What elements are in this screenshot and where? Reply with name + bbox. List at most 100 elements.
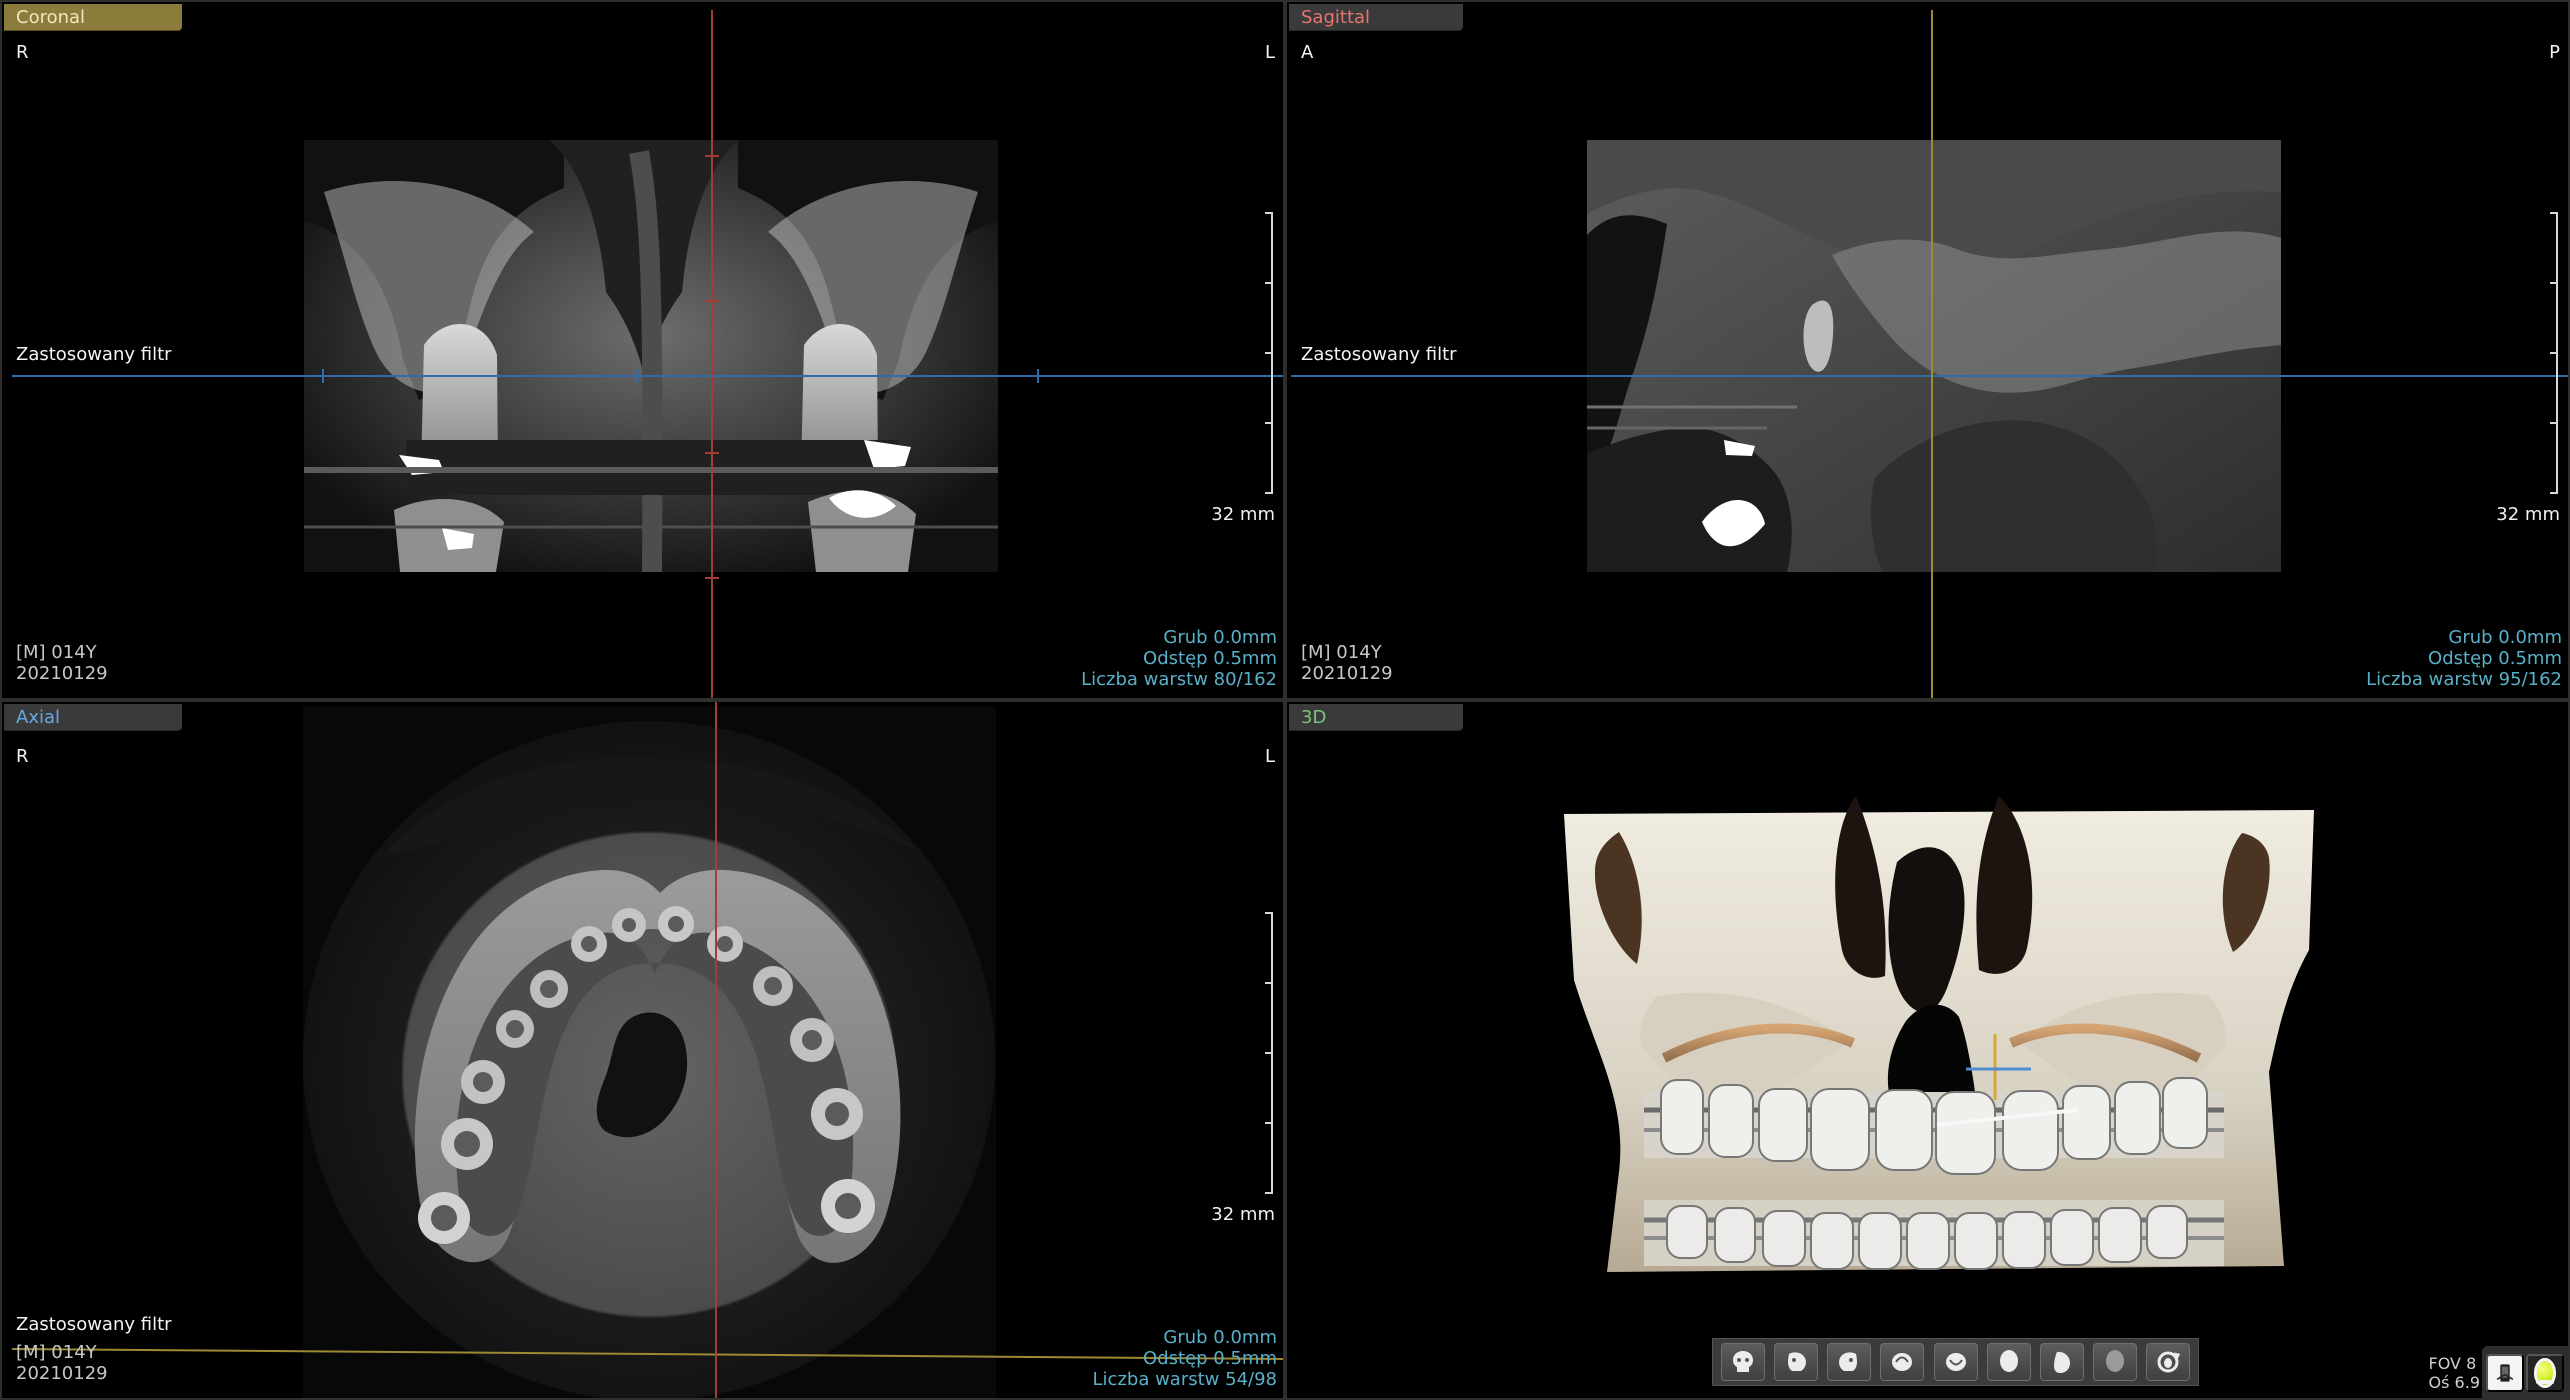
device-icon bbox=[2496, 1364, 2514, 1382]
coronal-ct-slice bbox=[304, 140, 998, 572]
coronal-scale-ruler bbox=[1265, 212, 1273, 494]
head-side-icon bbox=[2053, 1351, 2070, 1373]
device-tool-button[interactable] bbox=[2486, 1354, 2524, 1392]
coronal-ruler-tick bbox=[1265, 352, 1273, 354]
coronal-ruler-tick bbox=[1265, 282, 1273, 284]
coronal-ruler-tick bbox=[1265, 212, 1273, 214]
sagittal-ruler-tick bbox=[2550, 352, 2558, 354]
sagittal-image[interactable] bbox=[1587, 140, 2281, 572]
fov-line: FOV 8 bbox=[2428, 1354, 2477, 1373]
skull-top-view-button[interactable] bbox=[1880, 1343, 1925, 1381]
date-line: 20210129 bbox=[16, 1363, 108, 1384]
coronal-bottom-crosshair-tick bbox=[705, 577, 719, 579]
coronal-center-crosshair-tick bbox=[635, 369, 637, 383]
volume-render[interactable] bbox=[1549, 780, 2317, 1284]
coronal-ruler-tick bbox=[1265, 422, 1273, 424]
coronal-ruler-tick bbox=[1265, 492, 1273, 494]
axial-ruler-tick bbox=[1265, 982, 1273, 984]
sagittal-patient-info: [M] 014Y 20210129 bbox=[1301, 642, 1393, 684]
skull-left-icon bbox=[1788, 1352, 1807, 1371]
axial-ct-slice bbox=[303, 706, 996, 1398]
skull-bottom-icon bbox=[1945, 1353, 1966, 1371]
volume-corner-tools bbox=[2482, 1346, 2568, 1398]
spacing-line: Odstęp 0.5mm bbox=[2428, 648, 2562, 669]
head-side-view-button[interactable] bbox=[2039, 1343, 2084, 1381]
coronal-scale-label: 32 mm bbox=[1211, 504, 1275, 525]
sagittal-slice-info: Grub 0.0mm Odstęp 0.5mm Liczba warstw 95… bbox=[2366, 627, 2562, 690]
date-line: 20210129 bbox=[1301, 663, 1393, 684]
volume-3d-tab[interactable]: 3D bbox=[1289, 704, 1463, 731]
rotate-view-icon bbox=[2157, 1351, 2181, 1373]
head-back-icon bbox=[2105, 1350, 2124, 1372]
sagittal-horizontal-crosshair[interactable] bbox=[1291, 375, 2568, 377]
axial-filter-label: Zastosowany filtr bbox=[16, 1314, 172, 1335]
axial-viewport[interactable]: Axial R L Zastosowany filtr 32 mm [M] 01… bbox=[0, 700, 1285, 1400]
coronal-left-crosshair-tick bbox=[322, 369, 324, 383]
head-front-view-button[interactable] bbox=[1986, 1343, 2031, 1381]
axial-patient-info: [M] 014Y 20210129 bbox=[16, 1342, 108, 1384]
skull-left-view-button[interactable] bbox=[1774, 1343, 1819, 1381]
coronal-vertical-crosshair[interactable] bbox=[711, 10, 713, 698]
coronal-top-crosshair-tick bbox=[705, 155, 719, 157]
head-front-icon bbox=[1999, 1350, 2018, 1372]
coronal-tab[interactable]: Coronal bbox=[4, 4, 182, 31]
light-bar bbox=[2536, 1380, 2554, 1384]
sagittal-posterior-orientation: P bbox=[2549, 42, 2560, 63]
spacing-line: Odstęp 0.5mm bbox=[1143, 648, 1277, 669]
sagittal-ruler-tick bbox=[2550, 492, 2558, 494]
axial-ruler-tick bbox=[1265, 1122, 1273, 1124]
volume-fov-info: FOV 8 Oś 6.9 bbox=[2429, 1354, 2480, 1392]
sagittal-tab[interactable]: Sagittal bbox=[1289, 4, 1463, 31]
skull-front-icon bbox=[1733, 1351, 1753, 1372]
sagittal-viewport[interactable]: Sagittal A P Zastosowany filtr 32 mm [M]… bbox=[1285, 0, 2570, 700]
head-back-view-button[interactable] bbox=[2092, 1343, 2137, 1381]
slice-count-line: Liczba warstw 80/162 bbox=[1081, 669, 1277, 690]
rotate-view-button[interactable] bbox=[2146, 1343, 2190, 1381]
axial-left-orientation: L bbox=[1264, 746, 1275, 767]
sagittal-filter-label: Zastosowany filtr bbox=[1301, 344, 1457, 365]
skull-bottom-view-button[interactable] bbox=[1933, 1343, 1978, 1381]
coronal-lower-crosshair-tick bbox=[705, 452, 719, 454]
spacing-line: Odstęp 0.5mm bbox=[1143, 1348, 1277, 1369]
thickness-line: Grub 0.0mm bbox=[2448, 627, 2562, 648]
axial-scale-label: 32 mm bbox=[1211, 1204, 1275, 1225]
axial-slice-info: Grub 0.0mm Odstęp 0.5mm Liczba warstw 54… bbox=[1093, 1327, 1277, 1390]
sagittal-scale-label: 32 mm bbox=[2496, 504, 2560, 525]
axis-line: Oś 6.9 bbox=[2428, 1373, 2480, 1392]
axial-ruler-tick bbox=[1265, 1052, 1273, 1054]
coronal-right-crosshair-tick bbox=[1037, 369, 1039, 383]
axial-ruler-tick bbox=[1265, 1192, 1273, 1194]
coronal-image[interactable] bbox=[304, 140, 998, 572]
patient-line: [M] 014Y bbox=[1301, 642, 1382, 663]
patient-line: [M] 014Y bbox=[16, 1342, 97, 1363]
slice-count-line: Liczba warstw 54/98 bbox=[1092, 1369, 1277, 1390]
dental-cbct-viewer: Coronal R L Zastosowany filtr 32 mm [M] … bbox=[0, 0, 2570, 1400]
skull-right-icon bbox=[1839, 1352, 1858, 1371]
coronal-left-orientation: L bbox=[1264, 42, 1275, 63]
sagittal-vertical-crosshair[interactable] bbox=[1931, 10, 1933, 698]
skull-volume-render bbox=[1564, 796, 2314, 1272]
viewport-grid: Coronal R L Zastosowany filtr 32 mm [M] … bbox=[0, 0, 2570, 1400]
coronal-patient-info: [M] 014Y 20210129 bbox=[16, 642, 108, 684]
volume-3d-viewport[interactable]: 3D FOV 8 Oś 6.9 bbox=[1285, 700, 2570, 1400]
axial-image[interactable] bbox=[303, 706, 996, 1398]
skull-top-icon bbox=[1892, 1353, 1913, 1371]
axial-tab[interactable]: Axial bbox=[4, 704, 182, 731]
light-tool-button[interactable] bbox=[2526, 1354, 2564, 1392]
coronal-filter-label: Zastosowany filtr bbox=[16, 344, 172, 365]
coronal-horizontal-crosshair[interactable] bbox=[12, 375, 1283, 377]
sagittal-ruler-tick bbox=[2550, 282, 2558, 284]
skull-front-view-button[interactable] bbox=[1721, 1343, 1765, 1381]
coronal-viewport[interactable]: Coronal R L Zastosowany filtr 32 mm [M] … bbox=[0, 0, 1285, 700]
sagittal-ruler-tick bbox=[2550, 212, 2558, 214]
patient-line: [M] 014Y bbox=[16, 642, 97, 663]
slice-count-line: Liczba warstw 95/162 bbox=[2366, 669, 2562, 690]
axial-vertical-crosshair[interactable] bbox=[715, 702, 717, 1398]
coronal-right-orientation: R bbox=[16, 42, 29, 63]
volume-view-toolbar bbox=[1712, 1338, 2199, 1386]
sagittal-anterior-orientation: A bbox=[1301, 42, 1314, 63]
axial-scale-ruler bbox=[1265, 912, 1273, 1194]
axial-right-orientation: R bbox=[16, 746, 29, 767]
skull-right-view-button[interactable] bbox=[1827, 1343, 1872, 1381]
sagittal-ruler-tick bbox=[2550, 422, 2558, 424]
